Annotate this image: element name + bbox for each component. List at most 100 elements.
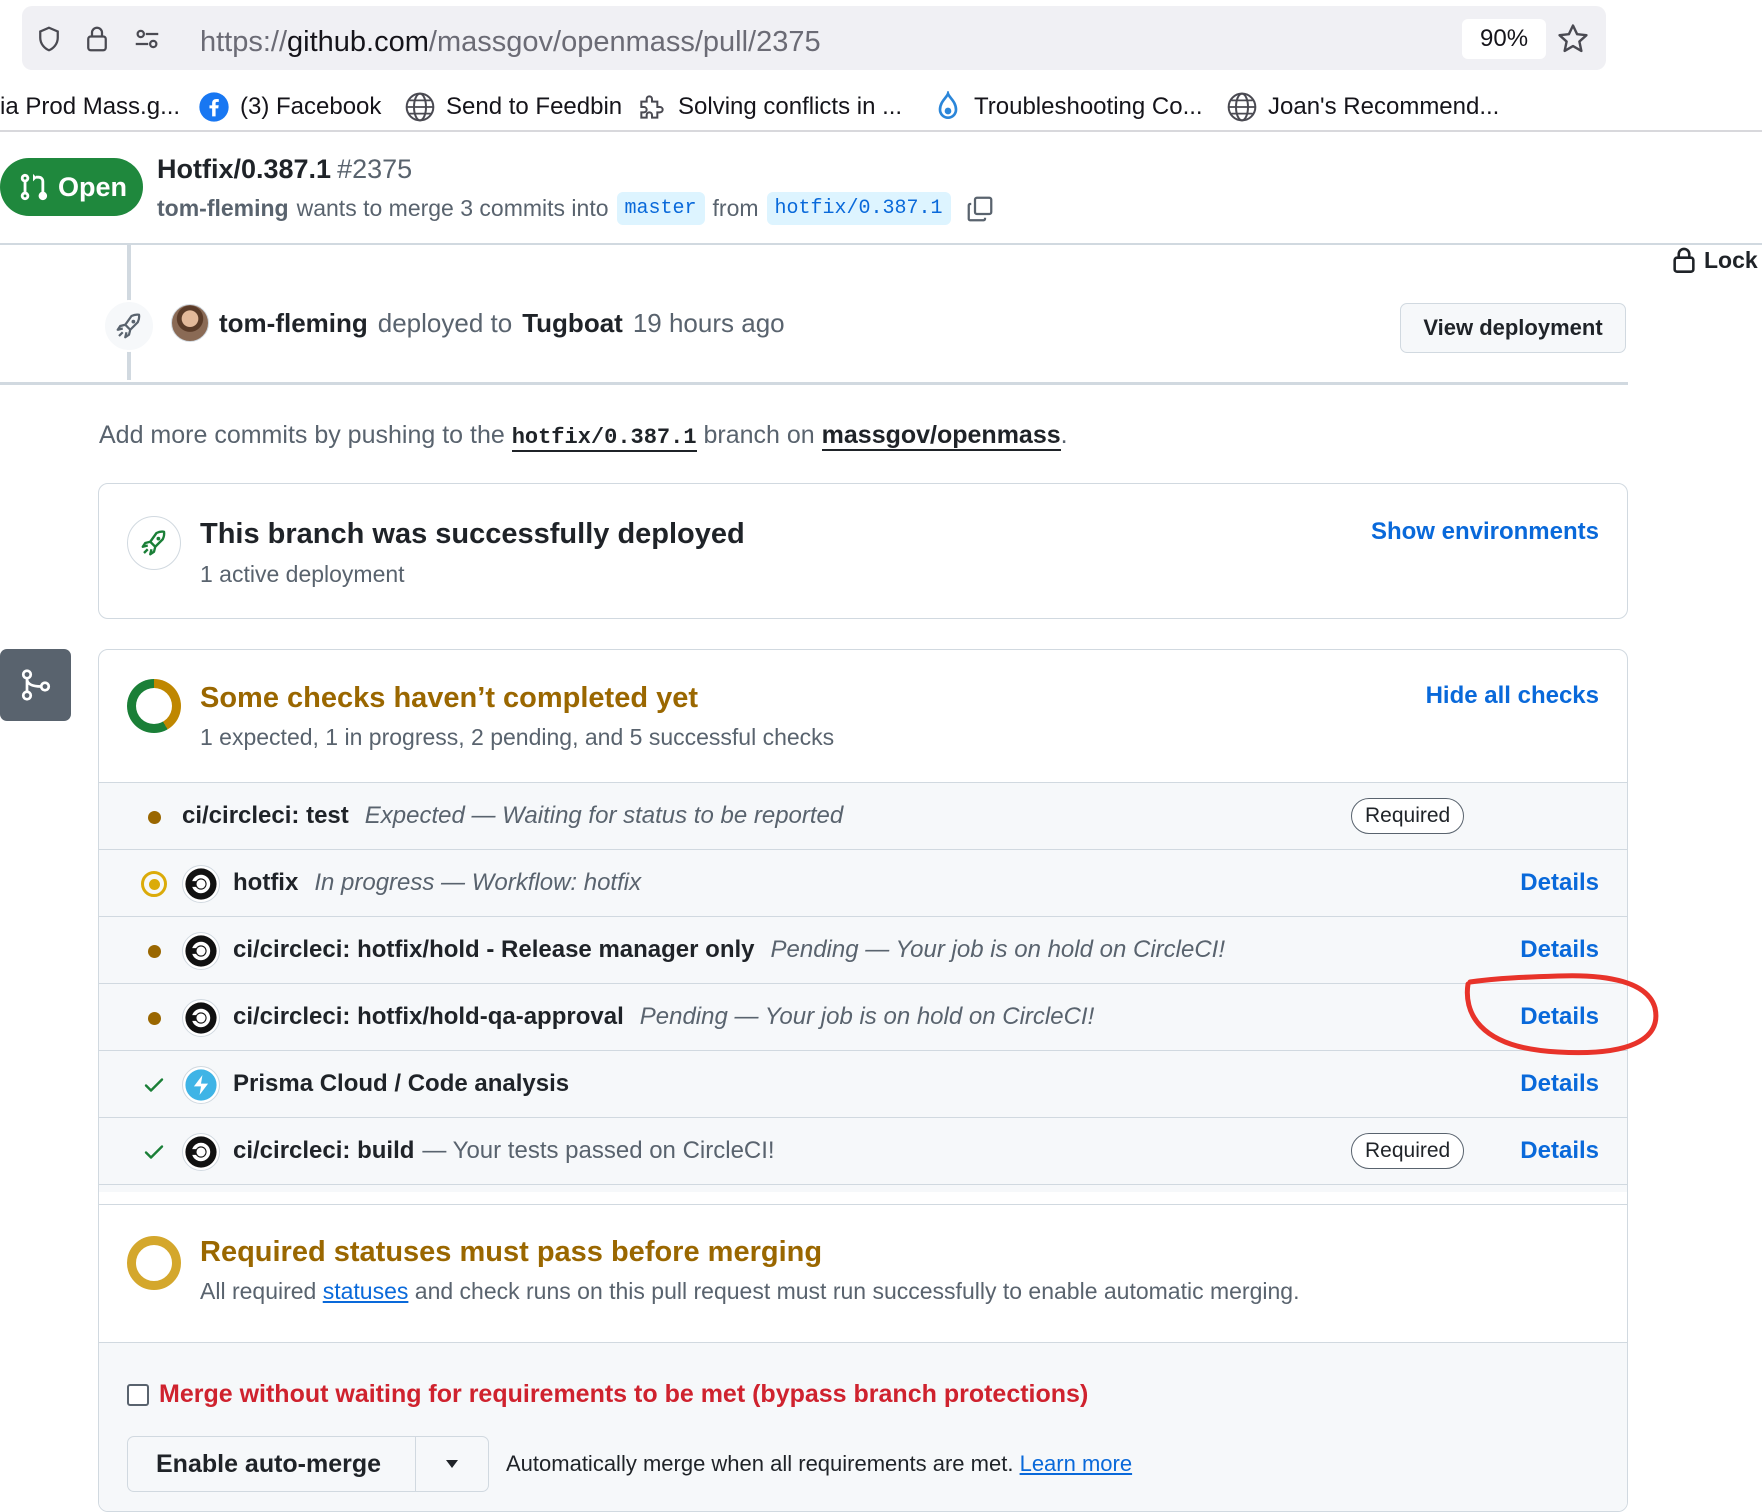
- required-statuses-section: Required statuses must pass before mergi…: [99, 1204, 1627, 1342]
- bookmark-item[interactable]: Troubleshooting Co...: [932, 90, 1203, 124]
- checks-title: Some checks haven’t completed yet: [200, 682, 699, 714]
- auto-merge-note: Automatically merge when all requirement…: [506, 1451, 1133, 1476]
- check-details-link[interactable]: Details: [1520, 936, 1599, 964]
- lock-icon: [1673, 247, 1695, 273]
- drupal-icon: [938, 91, 958, 119]
- merge-box-icon: [0, 649, 71, 721]
- avatar[interactable]: [171, 304, 209, 342]
- pending-status-icon: [141, 1005, 167, 1031]
- circleci-icon: [182, 999, 220, 1037]
- base-branch[interactable]: master: [616, 192, 705, 225]
- header-divider: [0, 243, 1762, 245]
- show-environments-link[interactable]: Show environments: [1371, 518, 1599, 546]
- circleci-icon: [182, 932, 220, 970]
- check-description: Pending — Your job is on hold on CircleC…: [639, 1003, 1095, 1030]
- repo-link[interactable]: massgov/openmass: [821, 421, 1061, 451]
- merge-actions: Merge without waiting for requirements t…: [99, 1342, 1627, 1511]
- auto-merge-options-button[interactable]: [416, 1437, 488, 1491]
- head-branch[interactable]: hotfix/0.387.1: [766, 192, 951, 225]
- bookmark-item[interactable]: (3) Facebook: [198, 90, 381, 124]
- bookmark-star-icon[interactable]: [1556, 22, 1590, 56]
- check-row: Prisma Cloud / Code analysis Details: [99, 1051, 1627, 1118]
- pr-merge-info: tom-fleming wants to merge 3 commits int…: [157, 192, 995, 225]
- copy-icon[interactable]: [965, 194, 995, 224]
- required-badge: Required: [1351, 1133, 1465, 1169]
- enable-auto-merge-button[interactable]: Enable auto-merge: [128, 1437, 416, 1491]
- git-pull-request-icon: [20, 173, 48, 201]
- pr-state-label: Open: [58, 171, 128, 202]
- facebook-icon: [199, 92, 229, 122]
- check-details-link[interactable]: Details: [1520, 869, 1599, 897]
- circleci-icon: [182, 865, 220, 903]
- deploy-event: tom-fleming deployed to Tugboat 19 hours…: [171, 304, 785, 342]
- triangle-down-icon: [446, 1460, 458, 1468]
- check-details-link[interactable]: Details: [1520, 1137, 1599, 1165]
- pr-state-badge: Open: [0, 158, 143, 216]
- deployments-title: This branch was successfully deployed: [200, 518, 745, 550]
- statuses-link[interactable]: statuses: [323, 1278, 409, 1304]
- bypass-label: Merge without waiting for requirements t…: [159, 1380, 1089, 1408]
- deploy-time[interactable]: 19 hours ago: [633, 308, 785, 339]
- deploy-actor[interactable]: tom-fleming: [219, 308, 368, 339]
- deployment-status: [127, 516, 181, 570]
- lock-conversation-button[interactable]: Lock: [1672, 246, 1758, 274]
- bookmark-item[interactable]: ia Prod Mass.g...: [0, 90, 180, 124]
- timeline-divider: [0, 382, 1628, 385]
- add-more-commits-hint: Add more commits by pushing to the hotfi…: [99, 421, 1068, 452]
- git-merge-icon: [21, 669, 50, 701]
- pr-author-link[interactable]: tom-fleming: [157, 195, 289, 222]
- shield-icon[interactable]: [34, 24, 64, 54]
- check-name: ci/circleci: hotfix/hold-qa-approval: [233, 1003, 624, 1030]
- check-name: ci/circleci: test: [182, 802, 349, 829]
- check-description: Expected — Waiting for status to be repo…: [364, 802, 844, 829]
- check-description: — Your tests passed on CircleCI!: [422, 1137, 775, 1164]
- timeline-badge: [103, 300, 155, 352]
- auto-merge-button-group: Enable auto-merge: [127, 1436, 489, 1492]
- puzzle-icon: [640, 95, 664, 119]
- checks-list: ci/circleci: test Expected — Waiting for …: [99, 782, 1627, 1192]
- zoom-level[interactable]: 90%: [1462, 19, 1547, 59]
- required-statuses-title: Required statuses must pass before mergi…: [200, 1236, 823, 1268]
- pr-number: #2375: [337, 154, 413, 184]
- deployments-box: This branch was successfully deployed 1 …: [98, 483, 1628, 619]
- checks-summary: 1 expected, 1 in progress, 2 pending, an…: [200, 724, 835, 750]
- permissions-icon[interactable]: [132, 24, 162, 54]
- url-bar[interactable]: https://github.com/massgov/openmass/pull…: [22, 6, 1606, 70]
- check-row: ci/circleci: test Expected — Waiting for …: [99, 783, 1627, 850]
- check-name: hotfix: [233, 869, 299, 896]
- check-row: ci/circleci: hotfix/hold-qa-approval Pend…: [99, 984, 1627, 1051]
- branch-name[interactable]: hotfix/0.387.1: [511, 425, 697, 452]
- expected-status-icon: [141, 804, 167, 830]
- check-row: ci/circleci: hotfix/hold - Release manag…: [99, 917, 1627, 984]
- merge-box: Some checks haven’t completed yet 1 expe…: [98, 649, 1628, 1512]
- success-check-icon: [141, 1139, 167, 1165]
- globe-icon: [1227, 92, 1257, 122]
- url-text[interactable]: https://github.com/massgov/openmass/pull…: [200, 26, 821, 59]
- bookmark-item[interactable]: Solving conflicts in ...: [636, 90, 902, 124]
- check-name: ci/circleci: build: [233, 1137, 415, 1164]
- annotation-circle: [1464, 973, 1659, 1056]
- deploy-environment: Tugboat: [522, 307, 623, 338]
- required-statuses-text: All required statuses and check runs on …: [200, 1278, 1300, 1304]
- check-details-link[interactable]: Details: [1520, 1070, 1599, 1098]
- view-deployment-button[interactable]: View deployment: [1400, 303, 1626, 353]
- learn-more-link[interactable]: Learn more: [1020, 1451, 1133, 1476]
- check-name: Prisma Cloud / Code analysis: [233, 1070, 570, 1097]
- check-name: ci/circleci: hotfix/hold - Release manag…: [233, 936, 755, 963]
- rocket-icon: [116, 313, 141, 339]
- bookmarks-toolbar: ia Prod Mass.g... (3) Facebook Send to F…: [0, 82, 1762, 132]
- pending-ring-icon: [127, 1236, 181, 1290]
- bookmark-item[interactable]: Joan's Recommend...: [1226, 90, 1499, 124]
- check-row: hotfix In progress — Workflow: hotfix Det…: [99, 850, 1627, 917]
- required-badge: Required: [1351, 798, 1465, 834]
- bookmark-item[interactable]: Send to Feedbin: [404, 90, 622, 124]
- rocket-icon: [141, 530, 166, 556]
- checks-progress-icon: [127, 679, 181, 733]
- hide-all-checks-link[interactable]: Hide all checks: [1426, 682, 1599, 710]
- bypass-checkbox[interactable]: [127, 1383, 149, 1406]
- in-progress-status-icon: [141, 871, 167, 897]
- bypass-protections-option[interactable]: Merge without waiting for requirements t…: [127, 1380, 1088, 1409]
- pr-title: Hotfix/0.387.1 #2375: [157, 154, 413, 184]
- lock-icon[interactable]: [82, 24, 112, 54]
- deployments-subtitle: 1 active deployment: [200, 561, 405, 587]
